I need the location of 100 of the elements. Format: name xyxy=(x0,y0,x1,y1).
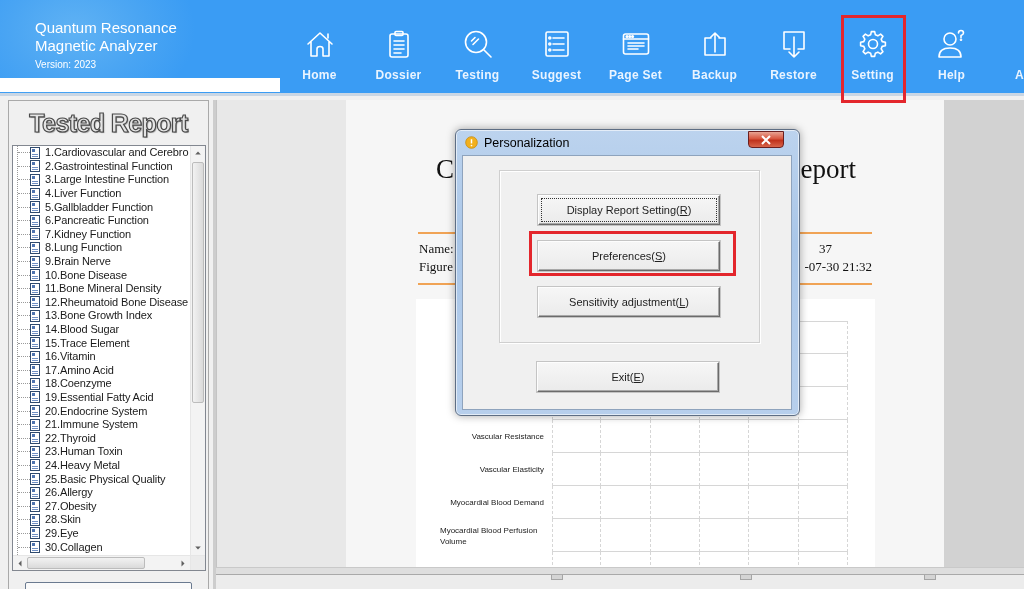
grid-cell xyxy=(650,486,700,519)
dialog-button[interactable]: Display Report Setting(R) xyxy=(538,195,720,225)
document-icon xyxy=(30,377,40,390)
grid-cell xyxy=(601,519,651,552)
vertical-scrollbar[interactable] xyxy=(190,146,205,555)
report-item[interactable]: 22.Thyroid xyxy=(18,431,190,446)
document-icon xyxy=(30,541,40,553)
document-icon xyxy=(30,364,40,377)
report-item[interactable]: 13.Bone Growth Index xyxy=(18,309,190,323)
report-item[interactable]: 4.Liver Function xyxy=(18,186,190,201)
grid-cell xyxy=(552,486,602,519)
horizontal-scrollbar[interactable] xyxy=(216,567,1024,589)
document-icon xyxy=(30,500,40,513)
document-icon xyxy=(30,405,40,418)
grid-cell xyxy=(749,453,799,486)
report-item[interactable]: 8.Lung Function xyxy=(18,241,190,255)
report-item[interactable]: 5.Gallbladder Function xyxy=(18,200,190,214)
report-item[interactable]: 20.Endocrine System xyxy=(18,404,190,418)
report-item[interactable]: 3.Large Intestine Function xyxy=(18,173,190,187)
grid-cell xyxy=(749,420,799,453)
document-icon xyxy=(30,432,40,445)
grid-cell xyxy=(601,420,651,453)
document-icon xyxy=(30,228,40,241)
report-item[interactable]: 15.Trace Element xyxy=(18,336,190,350)
grid-cell xyxy=(798,519,848,552)
grid-cell xyxy=(749,519,799,552)
document-icon xyxy=(30,391,40,404)
document-icon xyxy=(30,323,40,336)
grid-cell xyxy=(552,519,602,552)
document-icon xyxy=(30,459,40,472)
report-item[interactable]: 10.Bone Disease xyxy=(18,268,190,282)
info-value: 37 xyxy=(819,240,832,258)
grid-cell xyxy=(650,519,700,552)
dialog-button[interactable]: Preferences(S) xyxy=(538,241,720,271)
document-icon xyxy=(30,214,40,227)
scroll-handle[interactable] xyxy=(551,575,563,580)
document-icon xyxy=(30,160,40,173)
document-icon xyxy=(30,201,40,214)
row-label: Vascular Elasticity xyxy=(479,464,544,475)
grid-cell xyxy=(700,420,750,453)
grid-cell xyxy=(700,486,750,519)
settings-icon xyxy=(857,29,888,59)
report-item[interactable]: 23.Human Toxin xyxy=(18,445,190,459)
grid-cell xyxy=(650,453,700,486)
document-icon xyxy=(30,187,40,200)
info-icon xyxy=(465,136,478,149)
user-help-icon xyxy=(936,29,967,59)
report-item[interactable]: 14.Blood Sugar xyxy=(18,322,190,337)
report-item[interactable]: 7.Kidney Function xyxy=(18,227,190,242)
version-label: Version: 2023 xyxy=(35,58,97,72)
exit-button[interactable]: Exit(E) xyxy=(537,362,719,392)
scrollbar-thumb[interactable] xyxy=(27,557,145,569)
document-icon xyxy=(30,473,40,486)
horizontal-scrollbar[interactable] xyxy=(13,555,190,570)
document-icon xyxy=(30,269,40,282)
grid-cell xyxy=(749,486,799,519)
close-button[interactable] xyxy=(748,131,784,148)
document-icon xyxy=(30,418,40,431)
report-item[interactable]: 2.Gastrointestinal Function xyxy=(18,159,190,174)
report-item[interactable]: 24.Heavy Metal xyxy=(18,458,190,473)
document-icon xyxy=(30,350,40,363)
report-item[interactable]: 1.Cardiovascular and Cerebro xyxy=(18,146,190,160)
row-label: Vascular Resistance xyxy=(471,431,544,442)
report-item[interactable]: 19.Essential Fatty Acid xyxy=(18,390,190,405)
info-label: Name: xyxy=(419,240,454,258)
close-icon xyxy=(760,134,772,145)
scroll-handle[interactable] xyxy=(740,575,752,580)
report-item[interactable]: 12.Rheumatoid Bone Disease xyxy=(18,295,190,310)
report-item[interactable]: 16.Vitamin xyxy=(18,349,190,364)
magnifier-icon xyxy=(462,29,493,59)
grid-cell xyxy=(700,519,750,552)
report-item[interactable]: 28.Skin xyxy=(18,513,190,527)
report-title: eport xyxy=(800,153,856,186)
grid-cell xyxy=(700,453,750,486)
document-icon xyxy=(30,174,40,186)
report-item[interactable]: 30.Collagen xyxy=(18,540,190,554)
document-icon xyxy=(30,445,40,458)
document-icon xyxy=(30,255,40,268)
report-item[interactable]: 6.Pancreatic Function xyxy=(18,213,190,228)
grid-cell xyxy=(798,453,848,486)
scrollbar-thumb[interactable] xyxy=(192,162,204,403)
report-item[interactable]: 17.Amino Acid xyxy=(18,363,190,378)
grid-cell xyxy=(552,420,602,453)
report-item[interactable]: 21.Immune System xyxy=(18,417,190,432)
report-item[interactable]: 9.Brain Nerve xyxy=(18,254,190,269)
scroll-handle[interactable] xyxy=(924,575,936,580)
document-icon xyxy=(30,337,40,350)
report-item[interactable]: 25.Basic Physical Quality xyxy=(18,472,190,486)
info-label: Figure xyxy=(419,258,453,276)
report-item[interactable]: 29.Eye xyxy=(18,526,190,541)
document-icon xyxy=(30,513,40,526)
dialog-title: Personalization xyxy=(484,135,570,150)
grid-cell xyxy=(601,453,651,486)
report-item[interactable]: 11.Bone Mineral Density xyxy=(18,281,190,296)
grid-cell xyxy=(650,420,700,453)
dialog-button[interactable]: Sensitivity adjustment(L) xyxy=(538,287,720,317)
report-item[interactable]: 27.Obesity xyxy=(18,499,190,514)
report-item[interactable]: 26.Allergy xyxy=(18,485,190,500)
report-item[interactable]: 18.Coenzyme xyxy=(18,377,190,391)
panel-heading: Tested Report xyxy=(29,108,188,138)
